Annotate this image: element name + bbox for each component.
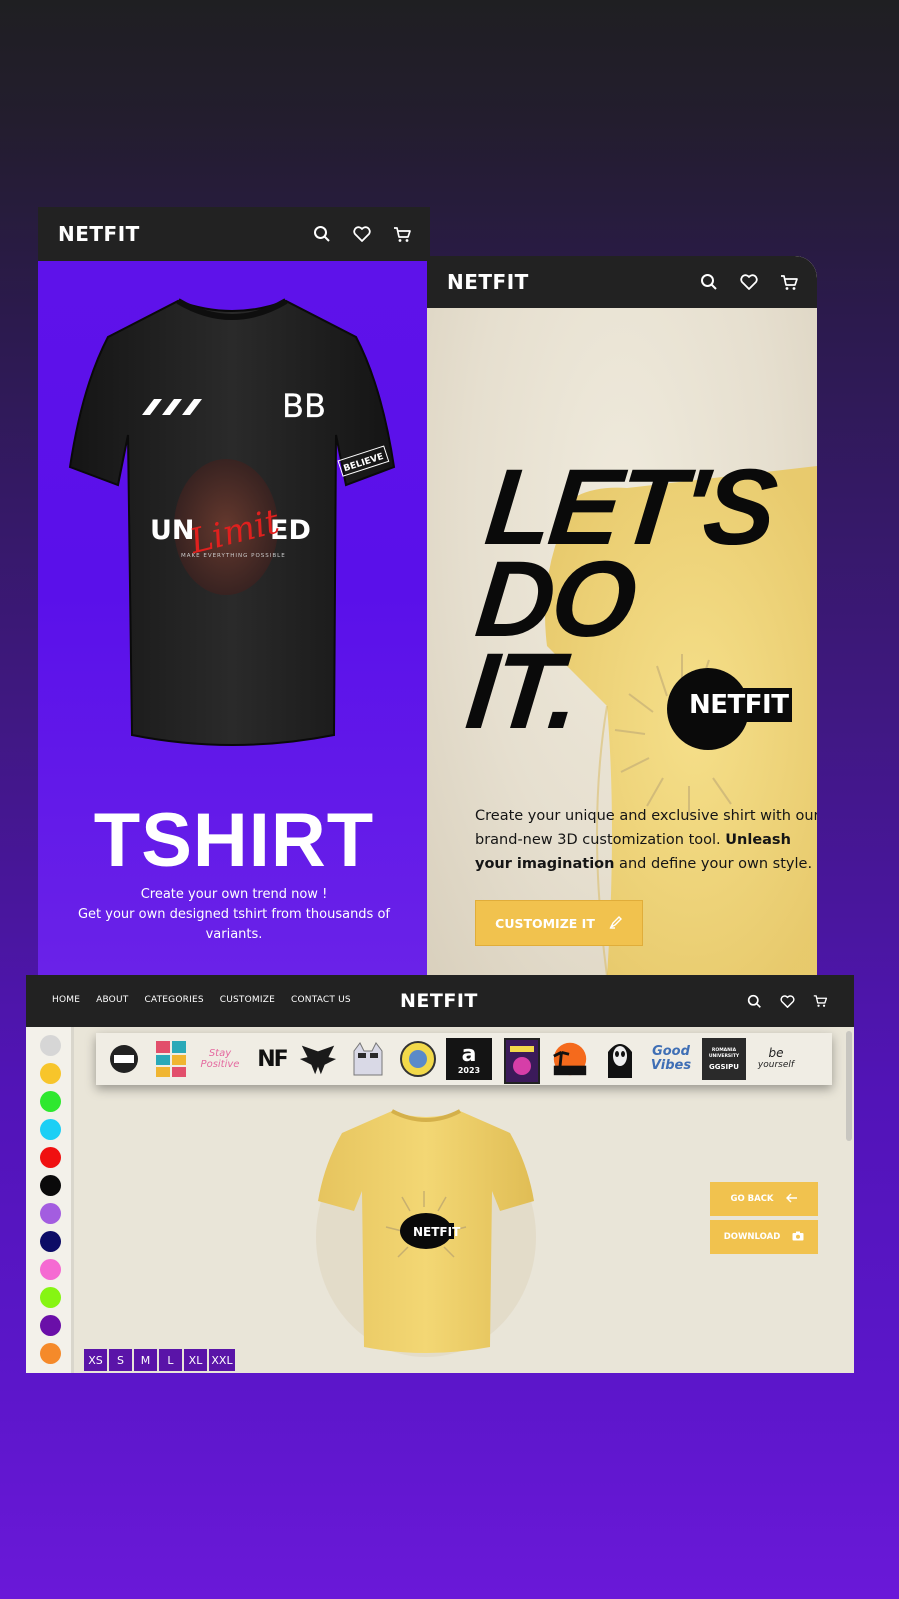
swatch-navy[interactable] — [40, 1231, 61, 1252]
size-selector: XS S M L XL XXL — [84, 1349, 235, 1371]
go-back-label: GO BACK — [730, 1194, 774, 1204]
menu-categories[interactable]: CATEGORIES — [144, 995, 203, 1005]
heart-icon[interactable] — [353, 226, 371, 242]
menu-contact[interactable]: CONTACT US — [291, 995, 351, 1005]
decal-uni-text: ROMANIA UNIVERSITY — [708, 1047, 740, 1059]
preview-badge-text: NETFIT — [413, 1225, 461, 1239]
decal-circle-badge[interactable] — [398, 1038, 438, 1080]
size-s[interactable]: S — [109, 1349, 132, 1371]
menu-customize[interactable]: CUSTOMIZE — [220, 995, 275, 1005]
decal-picker: Stay Positive NF a 2023 Good Vibes ROMAN… — [96, 1033, 832, 1085]
menu-about[interactable]: ABOUT — [96, 995, 128, 1005]
decal-eagle[interactable] — [298, 1038, 338, 1080]
size-xs[interactable]: XS — [84, 1349, 107, 1371]
heart-icon[interactable] — [740, 274, 758, 290]
top-nav: NETFIT — [38, 207, 430, 261]
decal-yourself-text: yourself — [757, 1060, 795, 1070]
swatch-red[interactable] — [40, 1147, 61, 1168]
swatch-lavender[interactable] — [40, 1203, 61, 1224]
black-tshirt-image: BB UN ED Limit MAKE EVERYTHING POSSIBLE … — [68, 298, 396, 746]
decal-vibes-text: Vibes — [650, 1058, 692, 1073]
cart-icon[interactable] — [393, 226, 412, 243]
tshirt-preview: NETFIT — [316, 1109, 536, 1357]
decal-sunset-palms[interactable] — [550, 1038, 590, 1080]
decal-letter-a[interactable]: a 2023 — [446, 1038, 492, 1080]
search-icon[interactable] — [700, 273, 718, 291]
size-xxl[interactable]: XXL — [209, 1349, 235, 1371]
decal-ggsipu-text: GGSIPU — [709, 1062, 739, 1071]
download-button[interactable]: DOWNLOAD — [710, 1220, 818, 1254]
decal-good-text: Good — [652, 1044, 690, 1059]
decal-be-yourself[interactable]: be yourself — [756, 1038, 796, 1080]
desc-text-2: and define your own style. — [614, 856, 813, 872]
hero-card-tshirt: NETFIT BB UN ED Limit MAKE EVERYTHING PO… — [38, 207, 430, 975]
size-m[interactable]: M — [134, 1349, 157, 1371]
decal-cat-with-glasses[interactable] — [348, 1038, 388, 1080]
decal-netfit-logo[interactable] — [104, 1038, 144, 1080]
top-nav: HOME ABOUT CATEGORIES CUSTOMIZE CONTACT … — [26, 975, 854, 1027]
brand-logo[interactable]: NETFIT — [58, 222, 140, 246]
brand-logo[interactable]: NETFIT — [400, 990, 478, 1012]
decal-color-blocks[interactable] — [152, 1038, 192, 1080]
swatch-orange[interactable] — [40, 1343, 61, 1364]
size-l[interactable]: L — [159, 1349, 182, 1371]
size-xl[interactable]: XL — [184, 1349, 207, 1371]
decal-be-text: be — [768, 1046, 784, 1060]
hero-subtitle-2: Get your own designed tshirt from thousa… — [77, 907, 390, 922]
hero-subtitle-3: variants. — [205, 927, 263, 942]
hero-title: TSHIRT — [93, 798, 375, 883]
decal-poster[interactable] — [504, 1038, 540, 1084]
top-nav: NETFIT — [427, 256, 817, 308]
netfit-badge-text: NETFIT — [685, 688, 793, 722]
customize-button-label: CUSTOMIZE IT — [495, 915, 595, 931]
hero-description: Create your unique and exclusive shirt w… — [475, 804, 817, 876]
decal-romania-university[interactable]: ROMANIA UNIVERSITY GGSIPU — [702, 1038, 746, 1080]
scrollbar[interactable] — [846, 1031, 852, 1141]
swatch-yellow[interactable] — [40, 1063, 61, 1084]
shirt-bb-logo: BB — [282, 387, 326, 425]
decal-year-text: 2023 — [457, 1065, 481, 1075]
swatch-lime[interactable] — [40, 1287, 61, 1308]
go-back-button[interactable]: GO BACK — [710, 1182, 818, 1216]
search-icon[interactable] — [313, 225, 331, 243]
search-icon[interactable] — [747, 994, 762, 1009]
download-label: DOWNLOAD — [723, 1232, 781, 1242]
swatch-black[interactable] — [40, 1175, 61, 1196]
decal-nf-monogram[interactable]: NF — [252, 1038, 292, 1080]
brand-logo[interactable]: NETFIT — [447, 270, 529, 294]
swatch-green[interactable] — [40, 1091, 61, 1112]
customizer-screen: HOME ABOUT CATEGORIES CUSTOMIZE CONTACT … — [26, 975, 854, 1373]
swatch-grey[interactable] — [40, 1035, 61, 1056]
decal-a-text: a — [461, 1041, 477, 1067]
cart-icon[interactable] — [813, 994, 828, 1008]
arrow-left-icon — [785, 1192, 798, 1206]
main-menu: HOME ABOUT CATEGORIES CUSTOMIZE CONTACT … — [52, 995, 351, 1005]
hero-subtitle-1: Create your own trend now ! — [140, 887, 328, 902]
swatch-purple[interactable] — [40, 1315, 61, 1336]
hero-card-lets-do-it: NETFIT LET'S DO IT. NETFIT Create your u… — [427, 256, 817, 976]
decal-ghost-face[interactable] — [600, 1038, 640, 1080]
customize-button[interactable]: CUSTOMIZE IT — [475, 900, 643, 946]
decal-good-vibes[interactable]: Good Vibes — [648, 1038, 694, 1080]
swatch-pink[interactable] — [40, 1259, 61, 1280]
cart-icon[interactable] — [780, 274, 799, 291]
heart-icon[interactable] — [780, 994, 795, 1008]
camera-icon — [792, 1231, 804, 1244]
menu-home[interactable]: HOME — [52, 995, 80, 1005]
color-picker — [26, 1027, 74, 1373]
swatch-cyan[interactable] — [40, 1119, 61, 1140]
brush-icon — [609, 915, 623, 932]
shirt-print-tagline: MAKE EVERYTHING POSSIBLE — [181, 553, 286, 559]
decal-stay-positive[interactable]: Stay Positive — [196, 1038, 244, 1080]
